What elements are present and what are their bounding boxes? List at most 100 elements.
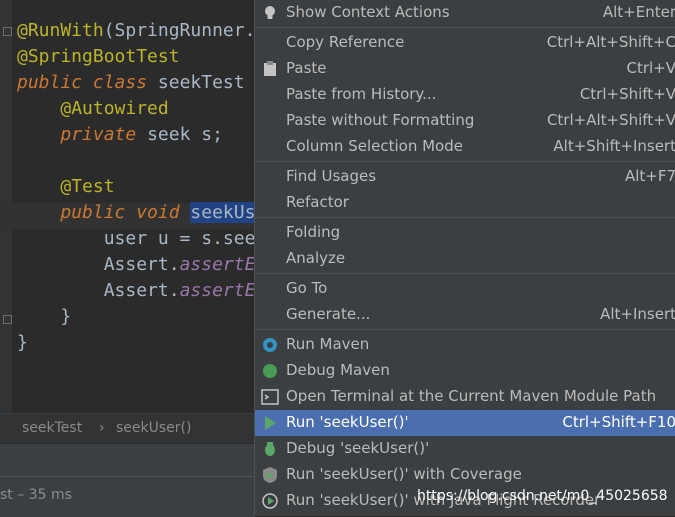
menu-paste-from-history[interactable]: Paste from History... Ctrl+Shift+V <box>255 82 675 108</box>
code-line[interactable]: @SpringBootTest <box>17 44 180 70</box>
run-icon <box>261 414 279 432</box>
code-token: private <box>60 124 148 145</box>
menu-run-maven[interactable]: Run Maven <box>255 332 675 358</box>
watermark-text: https://blog.csdn.net/m0_45025658 <box>417 488 668 504</box>
code-token: (SpringRunner. <box>103 20 256 41</box>
code-line[interactable]: Assert.assertE <box>17 278 256 304</box>
selected-identifier: seekUs <box>190 202 256 223</box>
code-line[interactable]: @Test <box>17 174 115 200</box>
code-line[interactable]: public void seekUs <box>17 200 256 226</box>
menu-item-label: Generate... <box>286 305 371 323</box>
menu-copy-reference[interactable]: Copy Reference Ctrl+Alt+Shift+C <box>255 30 675 56</box>
code-token: seekTest <box>157 72 245 93</box>
menu-item-shortcut: Alt+F7 <box>624 167 675 185</box>
debug-icon <box>261 440 279 458</box>
context-menu: Show Context Actions Alt+Enter Copy Refere… <box>254 0 675 516</box>
menu-item-label: Analyze <box>286 249 346 267</box>
menu-find-usages[interactable]: Find Usages Alt+F7 <box>255 164 675 190</box>
breadcrumb-separator: › <box>99 420 105 436</box>
code-token: @RunWith <box>17 20 104 41</box>
menu-separator <box>255 329 675 330</box>
code-editor[interactable]: @RunWith(SpringRunner. @SpringBootTest pub… <box>0 0 256 413</box>
menu-item-label: Run 'seekUser()' <box>286 413 409 431</box>
menu-item-label: Refactor <box>286 193 349 211</box>
menu-open-terminal[interactable]: Open Terminal at the Current Maven Modul… <box>255 384 675 410</box>
menu-separator <box>255 217 675 218</box>
code-line[interactable]: } <box>17 330 28 356</box>
menu-generate[interactable]: Generate... Alt+Insert <box>255 302 675 328</box>
run-toolbar <box>0 443 255 476</box>
code-line[interactable]: public class seekTest <box>17 70 245 96</box>
code-token: Assert. <box>17 254 180 275</box>
fold-marker-icon[interactable] <box>3 315 12 324</box>
coverage-icon <box>261 466 279 484</box>
flight-recorder-icon <box>261 492 279 510</box>
menu-folding[interactable]: Folding <box>255 220 675 246</box>
menu-item-label: Run 'seekUser()' with Coverage <box>286 465 522 483</box>
menu-separator <box>255 273 675 274</box>
menu-separator <box>255 161 675 162</box>
code-line[interactable]: @RunWith(SpringRunner. <box>17 18 255 44</box>
code-token: Assert. <box>17 280 180 301</box>
menu-item-shortcut: Ctrl+Shift+F10 <box>562 413 675 431</box>
code-token: seek s; <box>147 124 223 145</box>
code-line[interactable]: Assert.assertE <box>17 252 256 278</box>
menu-paste[interactable]: Paste Ctrl+V <box>255 56 675 82</box>
breadcrumb-method[interactable]: seekUser() <box>116 420 191 436</box>
menu-go-to[interactable]: Go To <box>255 276 675 302</box>
breadcrumb: seekTest › seekUser() <box>0 413 255 444</box>
code-token: @Test <box>60 176 115 197</box>
menu-item-shortcut: Alt+Shift+Insert <box>553 137 675 155</box>
menu-item-label: Debug 'seekUser()' <box>286 439 430 457</box>
code-token: assertE <box>179 280 256 301</box>
maven-gear-icon <box>261 336 279 354</box>
menu-item-shortcut: Ctrl+Alt+Shift+C <box>546 33 675 51</box>
menu-debug-seekuser[interactable]: Debug 'seekUser()' <box>255 436 675 462</box>
code-line[interactable]: } <box>17 304 71 330</box>
menu-item-label: Paste <box>286 59 327 77</box>
breadcrumb-class[interactable]: seekTest <box>22 420 82 436</box>
test-duration-text: st – 35 ms <box>0 487 72 503</box>
menu-show-context-actions[interactable]: Show Context Actions Alt+Enter <box>255 0 675 26</box>
menu-analyze[interactable]: Analyze <box>255 246 675 272</box>
code-line[interactable]: user u = s.see <box>17 226 256 252</box>
clipboard-icon <box>261 60 279 78</box>
menu-separator <box>255 27 675 28</box>
menu-item-label: Folding <box>286 223 341 241</box>
menu-item-label: Find Usages <box>286 167 377 185</box>
menu-run-coverage[interactable]: Run 'seekUser()' with Coverage <box>255 462 675 488</box>
menu-debug-maven[interactable]: Debug Maven <box>255 358 675 384</box>
menu-refactor[interactable]: Refactor <box>255 190 675 216</box>
menu-item-label: Paste without Formatting <box>286 111 475 129</box>
test-status-bar: st – 35 ms <box>0 476 255 517</box>
menu-item-label: Column Selection Mode <box>286 137 463 155</box>
menu-item-shortcut: Alt+Enter <box>602 3 675 21</box>
bulb-icon <box>261 4 279 22</box>
code-token: public class <box>17 72 158 93</box>
menu-item-shortcut: Ctrl+V <box>626 59 675 77</box>
menu-item-shortcut: Ctrl+Shift+V <box>579 85 675 103</box>
menu-item-label: Go To <box>286 279 328 297</box>
menu-run-seekuser[interactable]: Run 'seekUser()' Ctrl+Shift+F10 <box>255 410 675 436</box>
menu-column-selection-mode[interactable]: Column Selection Mode Alt+Shift+Insert <box>255 134 675 160</box>
maven-debug-icon <box>261 362 279 380</box>
code-token: } <box>17 332 28 353</box>
code-token: } <box>17 306 72 327</box>
menu-item-shortcut: Alt+Insert <box>600 305 675 323</box>
code-token: user u = s.se <box>17 228 245 249</box>
menu-item-label: Show Context Actions <box>286 3 450 21</box>
menu-item-label: Run Maven <box>286 335 370 353</box>
menu-item-label: Open Terminal at the Current Maven Modul… <box>286 387 657 405</box>
terminal-icon <box>261 388 279 406</box>
code-token: public void <box>60 202 191 223</box>
code-line[interactable]: @Autowired <box>17 96 169 122</box>
fold-marker-icon[interactable] <box>3 27 12 36</box>
code-token: @Autowired <box>60 98 169 119</box>
menu-paste-without-formatting[interactable]: Paste without Formatting Ctrl+Alt+Shift+V <box>255 108 675 134</box>
code-line[interactable]: private seek s; <box>17 122 223 148</box>
code-token: @SpringBootTest <box>17 46 180 67</box>
